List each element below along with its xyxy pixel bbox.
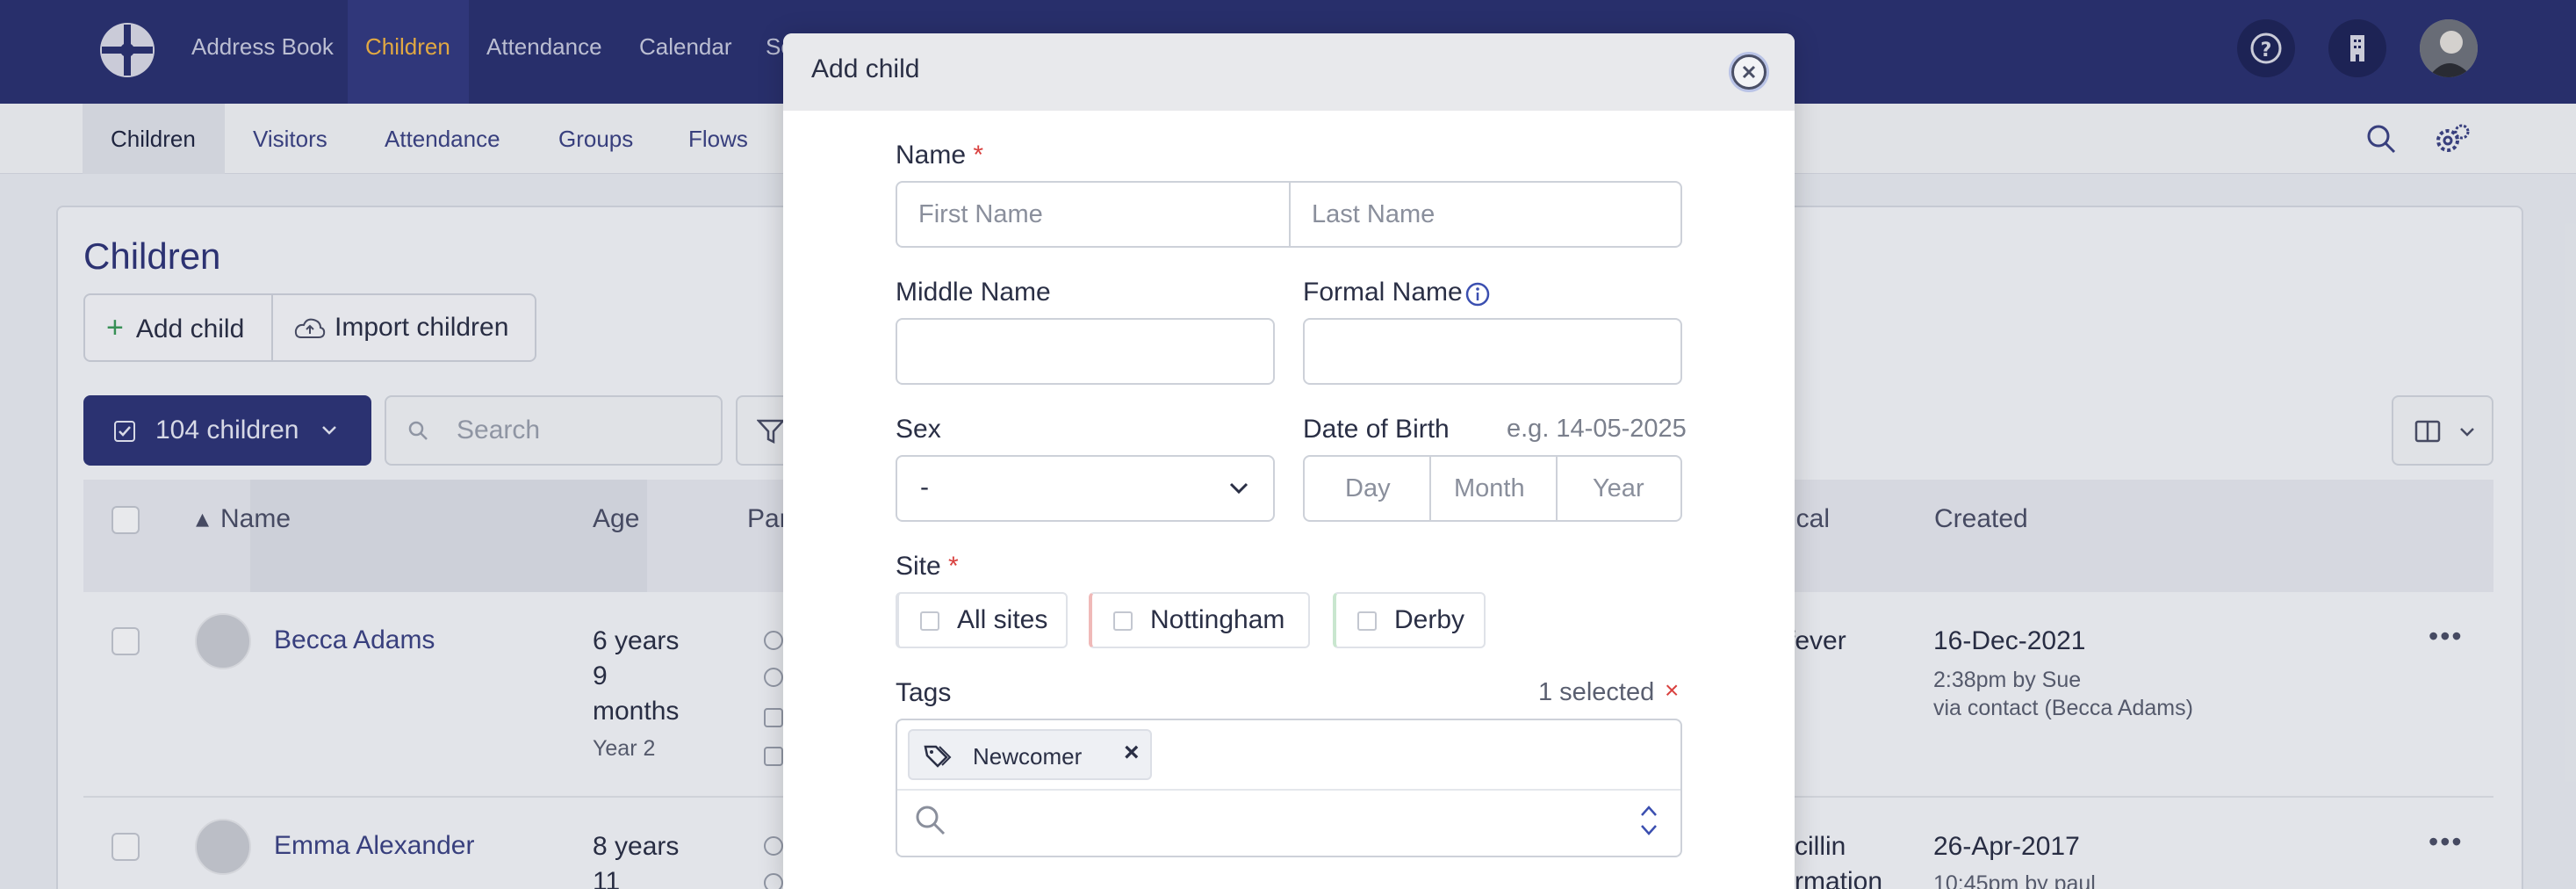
site-checkbox: [920, 611, 939, 631]
dob-format-hint: e.g. 14-05-2025: [1507, 415, 1687, 443]
site-option-all-sites[interactable]: All sites: [896, 592, 1068, 648]
site-field-label: Site *: [896, 552, 959, 582]
dob-day-input[interactable]: Day: [1305, 457, 1429, 520]
site-checkbox: [1113, 611, 1133, 631]
site-option-label: All sites: [957, 605, 1048, 634]
close-modal-button[interactable]: [1731, 54, 1767, 90]
sex-select[interactable]: -: [896, 455, 1275, 522]
month-placeholder: Month: [1454, 474, 1525, 502]
dob-input-group: Day Month Year: [1303, 455, 1682, 522]
site-option-nottingham[interactable]: Nottingham: [1089, 592, 1310, 648]
last-name-placeholder: Last Name: [1312, 200, 1436, 228]
dob-label: Date of Birth: [1303, 415, 1450, 444]
middle-name-label: Middle Name: [896, 278, 1051, 307]
field-divider: [897, 789, 1680, 791]
site-option-derby[interactable]: Derby: [1333, 592, 1486, 648]
name-field-label: Name *: [896, 141, 983, 170]
name-label-text: Name: [896, 141, 967, 170]
last-name-input[interactable]: Last Name: [1291, 183, 1680, 246]
required-indicator: *: [948, 552, 959, 581]
site-option-label: Nottingham: [1150, 605, 1285, 634]
middle-name-input[interactable]: [896, 318, 1275, 385]
site-checkbox: [1357, 611, 1377, 631]
tags-selected-count: 1 selected: [1538, 678, 1655, 706]
formal-name-input[interactable]: [1303, 318, 1682, 385]
add-child-modal: Add child Name * First Name Last Name Mi…: [783, 33, 1795, 889]
formal-name-label: Formal Name: [1303, 278, 1463, 307]
site-label-text: Site: [896, 552, 941, 581]
modal-header: Add child: [783, 33, 1795, 111]
info-icon[interactable]: [1464, 281, 1491, 307]
close-icon: [1742, 65, 1756, 79]
day-placeholder: Day: [1345, 474, 1391, 502]
tag-chip-newcomer: Newcomer ×: [908, 729, 1152, 780]
dob-month-input[interactable]: Month: [1431, 457, 1556, 520]
sort-updown-icon[interactable]: [1638, 801, 1659, 840]
chevron-down-icon: [1229, 482, 1248, 495]
required-indicator: *: [973, 141, 984, 170]
site-option-label: Derby: [1394, 605, 1465, 634]
tags-multiselect[interactable]: Newcomer ×: [896, 719, 1682, 857]
tags-label: Tags: [896, 678, 952, 707]
name-input-group: First Name Last Name: [896, 181, 1682, 248]
search-icon: [916, 806, 946, 835]
first-name-placeholder: First Name: [918, 200, 1043, 228]
dob-year-input[interactable]: Year: [1558, 457, 1680, 520]
first-name-input[interactable]: First Name: [897, 183, 1289, 246]
sex-selected-value: -: [920, 473, 929, 502]
tag-chip-label: Newcomer: [973, 743, 1083, 770]
clear-tags-button[interactable]: ×: [1665, 676, 1679, 705]
tag-icon: [924, 745, 952, 768]
remove-tag-button[interactable]: ×: [1124, 738, 1140, 768]
year-placeholder: Year: [1593, 474, 1644, 502]
modal-title: Add child: [811, 54, 920, 83]
sex-label: Sex: [896, 415, 941, 444]
